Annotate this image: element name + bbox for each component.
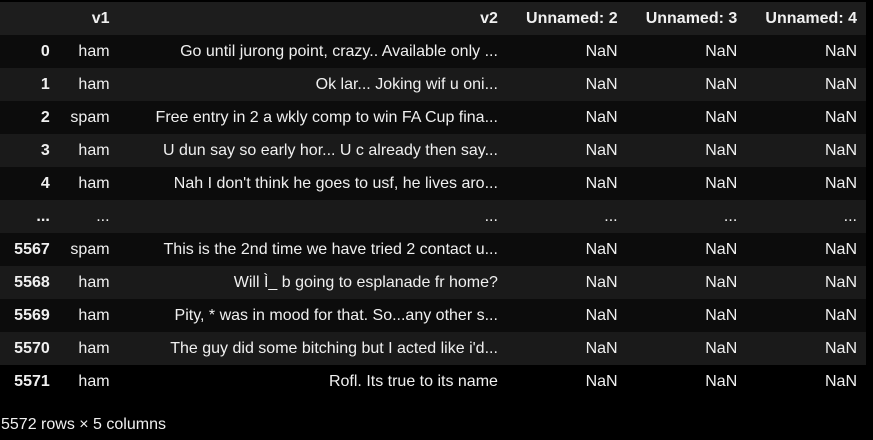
index-cell: ... <box>36 207 50 225</box>
header-unnamed-4: Unnamed: 4 <box>765 9 857 27</box>
table-row: .................. <box>0 200 866 233</box>
unnamed-3-cell: NaN <box>705 141 738 159</box>
unnamed-4-cell: NaN <box>824 42 857 60</box>
unnamed-4-cell: NaN <box>824 108 857 126</box>
unnamed-4-cell: NaN <box>824 240 857 258</box>
unnamed-2-cell: NaN <box>585 339 618 357</box>
dataframe-table: v1 v2 Unnamed: 2 Unnamed: 3 Unnamed: 4 0… <box>0 2 866 398</box>
unnamed-4-cell: ... <box>843 207 857 225</box>
v1-cell: ham <box>78 174 110 192</box>
unnamed-3-cell: NaN <box>705 174 738 192</box>
unnamed-4-cell: NaN <box>824 273 857 291</box>
index-cell: 2 <box>40 108 50 126</box>
unnamed-2-cell: ... <box>604 207 618 225</box>
index-cell: 0 <box>40 42 50 60</box>
table-row: 5571 ham Rofl. Its true to its name NaN NaN N… <box>0 365 866 398</box>
index-cell: 5569 <box>14 306 50 324</box>
unnamed-2-cell: NaN <box>585 174 618 192</box>
table-row: 5568 ham Will Ì_ b going to esplanade fr h… <box>0 266 866 299</box>
unnamed-3-cell: NaN <box>705 372 738 390</box>
header-index <box>0 2 58 35</box>
header-v2: v2 <box>480 9 498 27</box>
v1-cell: ham <box>78 75 110 93</box>
v2-cell: Ok lar... Joking wif u oni... <box>315 75 498 93</box>
v2-cell: Will Ì_ b going to esplanade fr home? <box>233 273 498 291</box>
header-row: v1 v2 Unnamed: 2 Unnamed: 3 Unnamed: 4 <box>0 2 866 35</box>
unnamed-3-cell: NaN <box>705 75 738 93</box>
unnamed-3-cell: NaN <box>705 306 738 324</box>
table-row: 4 ham Nah I don't think he goes to usf, he… <box>0 167 866 200</box>
v2-cell: Pity, * was in mood for that. So...any o… <box>174 306 498 324</box>
v2-cell: This is the 2nd time we have tried 2 con… <box>163 240 498 258</box>
index-cell: 5568 <box>14 273 50 291</box>
header-unnamed-3: Unnamed: 3 <box>645 9 738 27</box>
index-cell: 5567 <box>14 240 50 258</box>
table-row: 0 ham Go until jurong point, crazy.. Avail… <box>0 35 866 68</box>
header-v1: v1 <box>91 9 110 27</box>
unnamed-4-cell: NaN <box>824 372 857 390</box>
v1-cell: ham <box>78 339 110 357</box>
v1-cell: ham <box>78 372 110 390</box>
unnamed-4-cell: NaN <box>824 141 857 159</box>
unnamed-4-cell: NaN <box>824 174 857 192</box>
unnamed-3-cell: NaN <box>705 339 738 357</box>
v2-cell: ... <box>484 207 498 225</box>
unnamed-2-cell: NaN <box>585 42 618 60</box>
table-row: 1 ham Ok lar... Joking wif u oni... NaN NaN N… <box>0 68 866 101</box>
v1-cell: ham <box>78 306 110 324</box>
unnamed-2-cell: NaN <box>585 141 618 159</box>
unnamed-2-cell: NaN <box>585 108 618 126</box>
index-cell: 1 <box>40 75 50 93</box>
v2-cell: Go until jurong point, crazy.. Available… <box>180 42 498 60</box>
header-unnamed-2: Unnamed: 2 <box>526 9 618 27</box>
v2-cell: Free entry in 2 a wkly comp to win FA Cu… <box>155 108 498 126</box>
index-cell: 3 <box>40 141 50 159</box>
v2-cell: The guy did some bitching but I acted li… <box>170 339 498 357</box>
unnamed-4-cell: NaN <box>824 306 857 324</box>
unnamed-2-cell: NaN <box>585 372 618 390</box>
v1-cell: ham <box>78 273 110 291</box>
index-cell: 4 <box>40 174 50 192</box>
table-row: 3 ham U dun say so early hor... U c alread… <box>0 134 866 167</box>
unnamed-4-cell: NaN <box>824 339 857 357</box>
table-row: 2 spam Free entry in 2 a wkly comp to win … <box>0 101 866 134</box>
unnamed-3-cell: NaN <box>705 108 738 126</box>
unnamed-3-cell: ... <box>723 207 738 225</box>
index-cell: 5570 <box>14 339 50 357</box>
unnamed-2-cell: NaN <box>585 306 618 324</box>
shape-caption: 5572 rows × 5 columns <box>1 416 166 433</box>
v1-cell: spam <box>70 240 110 258</box>
v2-cell: Rofl. Its true to its name <box>328 372 498 390</box>
index-cell: 5571 <box>14 372 50 390</box>
table-row: 5569 ham Pity, * was in mood for that. So.… <box>0 299 866 332</box>
unnamed-2-cell: NaN <box>585 273 618 291</box>
v1-cell: ham <box>78 141 110 159</box>
v1-cell: spam <box>70 108 110 126</box>
unnamed-2-cell: NaN <box>585 240 618 258</box>
v1-cell: ... <box>96 207 110 225</box>
unnamed-4-cell: NaN <box>824 75 857 93</box>
unnamed-2-cell: NaN <box>585 75 618 93</box>
table-row: 5567 spam This is the 2nd time we have tri… <box>0 233 866 266</box>
table-row: 5570 ham The guy did some bitching but I a… <box>0 332 866 365</box>
unnamed-3-cell: NaN <box>705 273 738 291</box>
v1-cell: ham <box>78 42 110 60</box>
v2-cell: Nah I don't think he goes to usf, he liv… <box>173 174 498 192</box>
unnamed-3-cell: NaN <box>705 240 738 258</box>
unnamed-3-cell: NaN <box>705 42 738 60</box>
v2-cell: U dun say so early hor... U c already th… <box>162 141 498 159</box>
